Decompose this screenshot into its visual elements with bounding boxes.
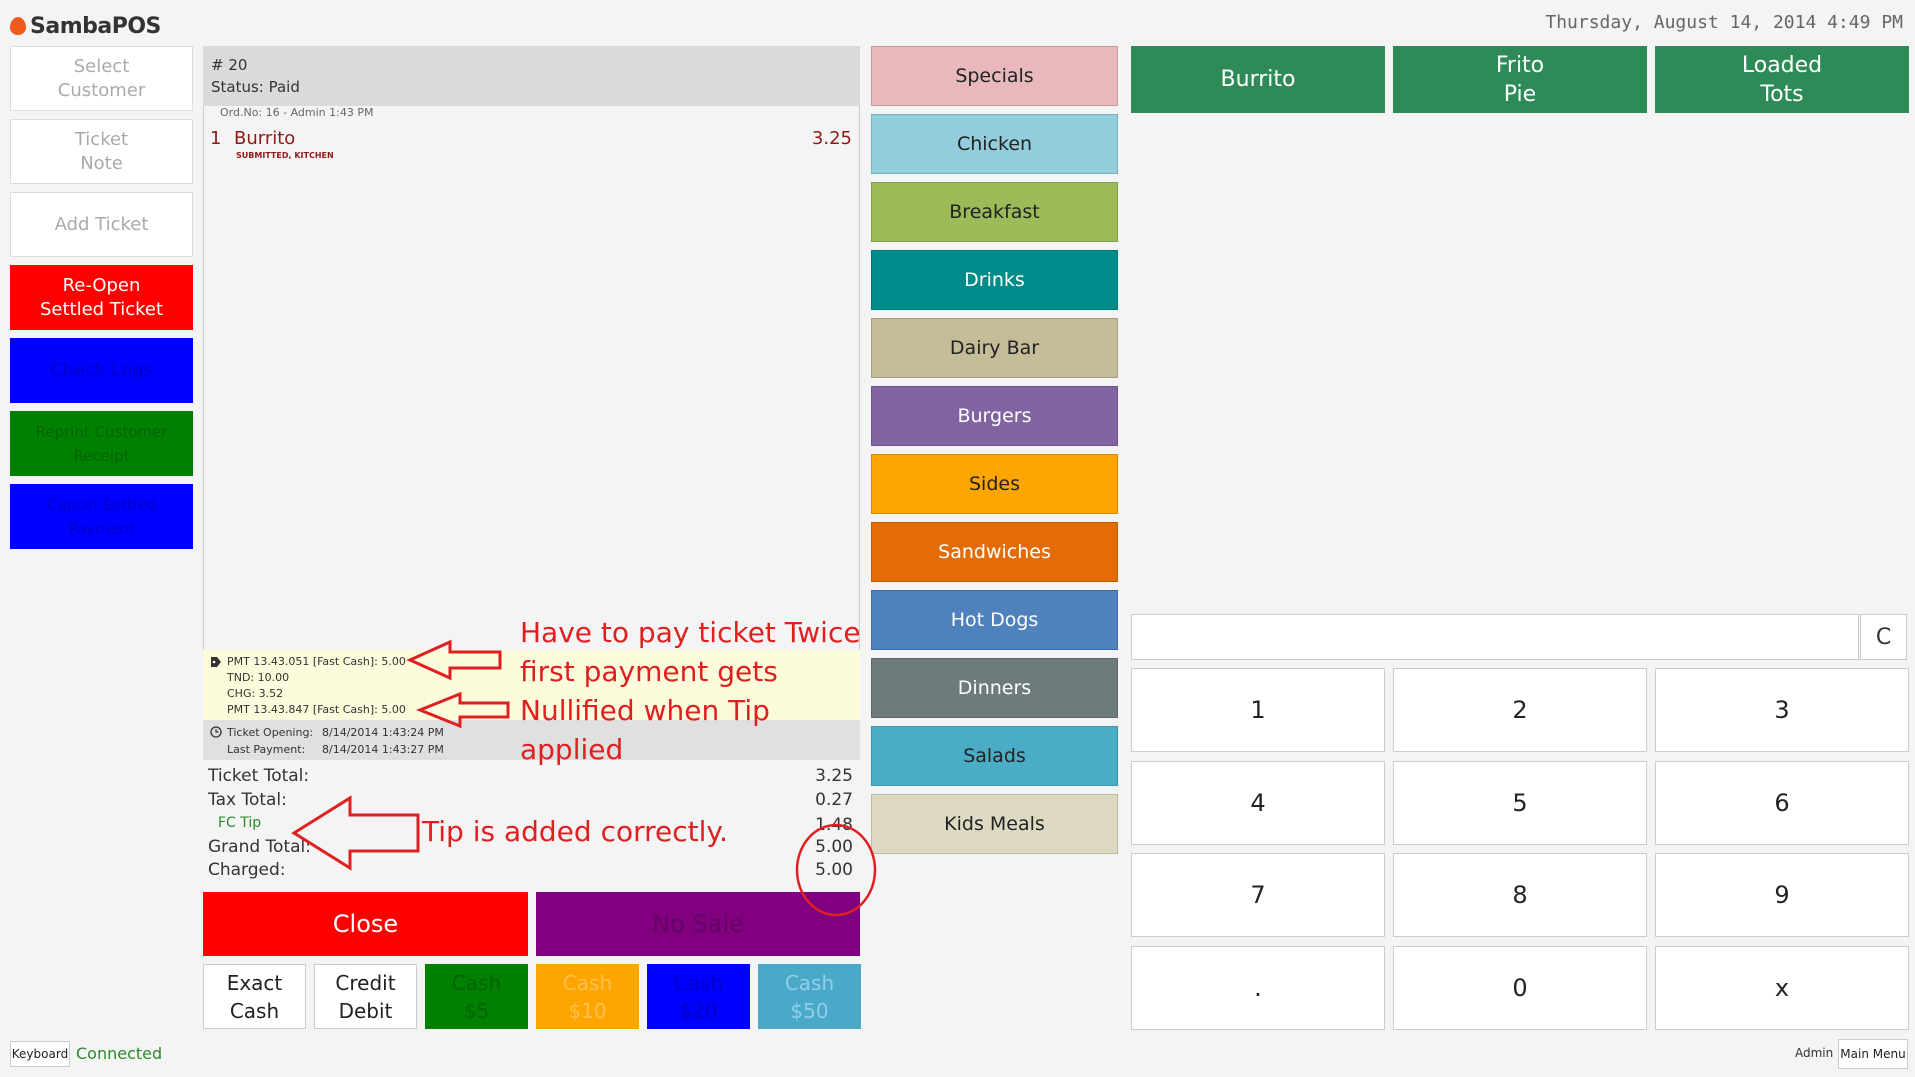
tag-icon (211, 657, 221, 667)
order-qty[interactable]: 1 (210, 128, 221, 149)
payment-button[interactable]: Cash $50 (758, 964, 861, 1029)
sidebar-button[interactable]: Ticket Note (10, 119, 193, 184)
keyboard-button[interactable]: Keyboard (10, 1041, 70, 1067)
category-button[interactable]: Dinners (871, 658, 1118, 718)
category-button[interactable]: Sandwiches (871, 522, 1118, 582)
connection-status: Connected (76, 1044, 163, 1063)
sidebar-button[interactable]: Add Ticket (10, 192, 193, 257)
charged-row: Charged: 5.00 (208, 860, 853, 880)
numpad-key[interactable]: 4 (1131, 761, 1385, 845)
no-sale-button[interactable]: No Sale (536, 892, 860, 956)
sidebar-button[interactable]: Select Customer (10, 46, 193, 111)
category-button[interactable]: Dairy Bar (871, 318, 1118, 378)
order-tags: SUBMITTED, KITCHEN (236, 151, 334, 160)
product-button[interactable]: Burrito (1131, 46, 1385, 113)
numpad-key[interactable]: 2 (1393, 668, 1647, 752)
order-price[interactable]: 3.25 (800, 128, 852, 149)
category-button[interactable]: Sides (871, 454, 1118, 514)
numpad-input[interactable] (1131, 614, 1859, 660)
annotation-line: Nullified when Tip (520, 694, 770, 727)
charged-value: 5.00 (815, 860, 853, 880)
tax-total-value: 0.27 (815, 790, 853, 810)
opening-label: Ticket Opening: (227, 726, 314, 739)
annotation-line: Have to pay ticket Twice (520, 616, 861, 649)
category-button[interactable]: Hot Dogs (871, 590, 1118, 650)
ticket-header: # 20 Status: Paid (203, 46, 860, 106)
ticket-status: Status: Paid (211, 78, 300, 96)
grand-total-label: Grand Total: (208, 837, 311, 857)
opening-value: 8/14/2014 1:43:24 PM (322, 726, 444, 739)
grand-total-value: 5.00 (815, 837, 853, 857)
datetime-display: Thursday, August 14, 2014 4:49 PM (1545, 12, 1903, 33)
tax-total-label: Tax Total: (208, 790, 287, 810)
sidebar-button[interactable]: Reprint Customer Receipt (10, 411, 193, 476)
category-button[interactable]: Burgers (871, 386, 1118, 446)
category-button[interactable]: Chicken (871, 114, 1118, 174)
category-button[interactable]: Drinks (871, 250, 1118, 310)
payment-button[interactable]: Credit Debit (314, 964, 417, 1029)
clock-icon (210, 726, 222, 738)
last-payment-label: Last Payment: (227, 743, 306, 756)
tip-label: FC Tip (218, 815, 262, 831)
category-button[interactable]: Breakfast (871, 182, 1118, 242)
app-name: SambaPOS (30, 13, 161, 39)
sidebar-button[interactable]: Check Logs (10, 338, 193, 403)
main-menu-button[interactable]: Main Menu (1838, 1039, 1908, 1069)
product-button[interactable]: Frito Pie (1393, 46, 1647, 113)
order-info: Ord.No: 16 - Admin 1:43 PM (220, 106, 374, 119)
payment-button[interactable]: Cash $20 (647, 964, 750, 1029)
category-button[interactable]: Salads (871, 726, 1118, 786)
annotation-note-2: Tip is added correctly. (422, 815, 728, 848)
numpad-key[interactable]: . (1131, 946, 1385, 1030)
user-label: Admin (1795, 1046, 1834, 1060)
close-button[interactable]: Close (203, 892, 528, 956)
ticket-total-label: Ticket Total: (208, 766, 310, 786)
tax-total-row: Tax Total: 0.27 (208, 790, 853, 810)
ticket-total-value: 3.25 (815, 766, 853, 786)
charged-label: Charged: (208, 860, 286, 880)
ticket-number: # 20 (211, 56, 248, 74)
annotation-note-1: Have to pay ticket Twice first payment g… (520, 613, 861, 769)
numpad-key[interactable]: 0 (1393, 946, 1647, 1030)
product-button[interactable]: Loaded Tots (1655, 46, 1909, 113)
category-button[interactable]: Kids Meals (871, 794, 1118, 854)
category-button[interactable]: Specials (871, 46, 1118, 106)
annotation-line: first payment gets (520, 655, 778, 688)
numpad-key[interactable]: 6 (1655, 761, 1909, 845)
numpad-key[interactable]: x (1655, 946, 1909, 1030)
numpad-key[interactable]: 7 (1131, 853, 1385, 937)
payment-button[interactable]: Cash $10 (536, 964, 639, 1029)
payment-button[interactable]: Exact Cash (203, 964, 306, 1029)
ticket-total-row: Ticket Total: 3.25 (208, 766, 853, 786)
numpad-key[interactable]: 1 (1131, 668, 1385, 752)
tip-value: 1.48 (815, 815, 853, 835)
sambapos-logo-icon (10, 17, 26, 35)
numpad-key[interactable]: 9 (1655, 853, 1909, 937)
last-payment-value: 8/14/2014 1:43:27 PM (322, 743, 444, 756)
order-name[interactable]: Burrito (234, 128, 295, 149)
numpad-key[interactable]: 5 (1393, 761, 1647, 845)
sidebar-button[interactable]: Re-Open Settled Ticket (10, 265, 193, 330)
numpad-key[interactable]: 8 (1393, 853, 1647, 937)
sidebar-button[interactable]: Cancel Settled Payment (10, 484, 193, 549)
numpad-clear-button[interactable]: C (1860, 614, 1907, 660)
payment-button[interactable]: Cash $5 (425, 964, 528, 1029)
app-logo: SambaPOS (10, 8, 161, 44)
annotation-line: applied (520, 733, 624, 766)
numpad-key[interactable]: 3 (1655, 668, 1909, 752)
